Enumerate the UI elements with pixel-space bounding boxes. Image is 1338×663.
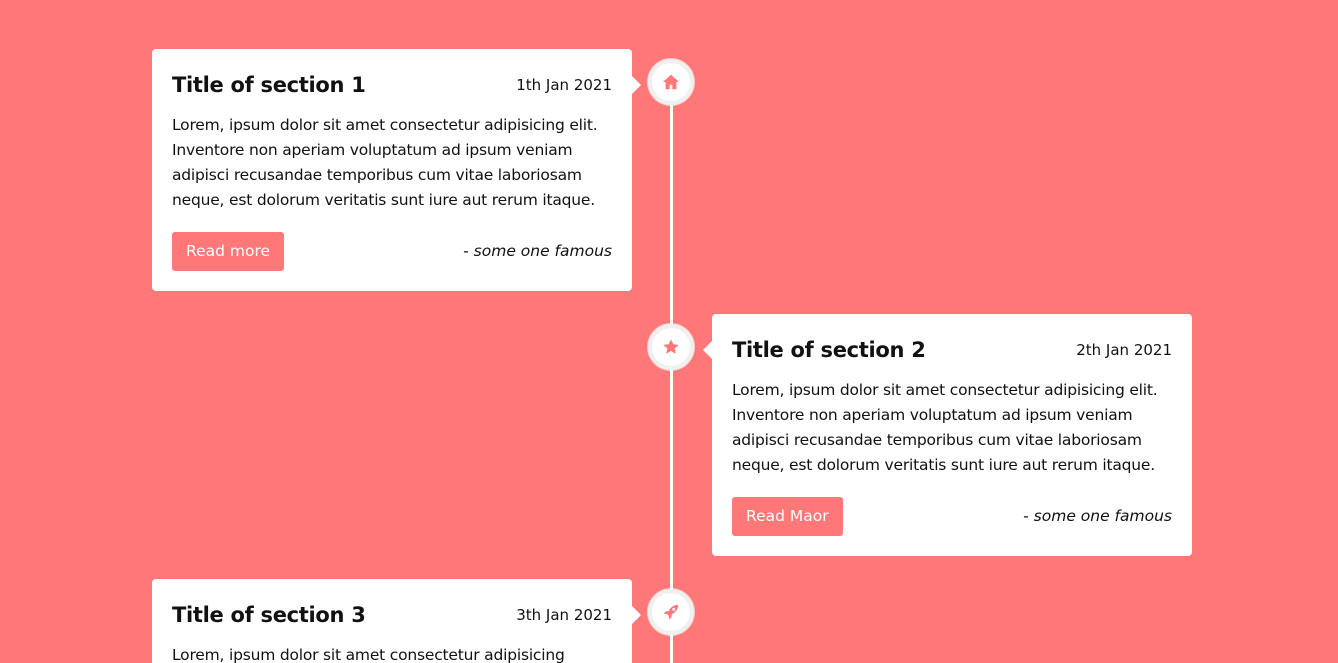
card-header: Title of section 1 1th Jan 2021: [172, 71, 612, 99]
read-more-button[interactable]: Read Maor: [732, 496, 843, 536]
timeline-node-1: [648, 59, 694, 105]
home-icon: [662, 74, 680, 90]
timeline-node-3: [648, 589, 694, 635]
timeline-card-3: Title of section 3 3th Jan 2021 Lorem, i…: [152, 579, 641, 663]
card-quote: - some one famous: [1023, 507, 1172, 525]
card-footer: Read Maor - some one famous: [732, 496, 1172, 536]
star-icon: [663, 339, 679, 354]
card-date: 3th Jan 2021: [516, 606, 612, 624]
card-footer: Read more - some one famous: [172, 231, 612, 271]
card-title: Title of section 3: [172, 603, 366, 627]
card-header: Title of section 3 3th Jan 2021: [172, 601, 612, 629]
card-title: Title of section 1: [172, 73, 366, 97]
card-text: Lorem, ipsum dolor sit amet consectetur …: [172, 116, 598, 209]
rocket-icon: [663, 604, 679, 620]
card-date: 2th Jan 2021: [1076, 341, 1172, 359]
card-date: 1th Jan 2021: [516, 76, 612, 94]
timeline-line: [670, 82, 673, 663]
timeline-card-1: Title of section 1 1th Jan 2021 Lorem, i…: [152, 49, 641, 291]
timeline: Title of section 1 1th Jan 2021 Lorem, i…: [0, 0, 1338, 663]
card-header: Title of section 2 2th Jan 2021: [732, 336, 1172, 364]
card-text: Lorem, ipsum dolor sit amet consectetur …: [732, 381, 1158, 474]
card-quote: - some one famous: [463, 242, 612, 260]
timeline-node-2: [648, 324, 694, 370]
card-title: Title of section 2: [732, 338, 926, 362]
timeline-card-2: Title of section 2 2th Jan 2021 Lorem, i…: [703, 314, 1192, 556]
read-more-button[interactable]: Read more: [172, 231, 285, 271]
card-text: Lorem, ipsum dolor sit amet consectetur …: [172, 646, 565, 663]
